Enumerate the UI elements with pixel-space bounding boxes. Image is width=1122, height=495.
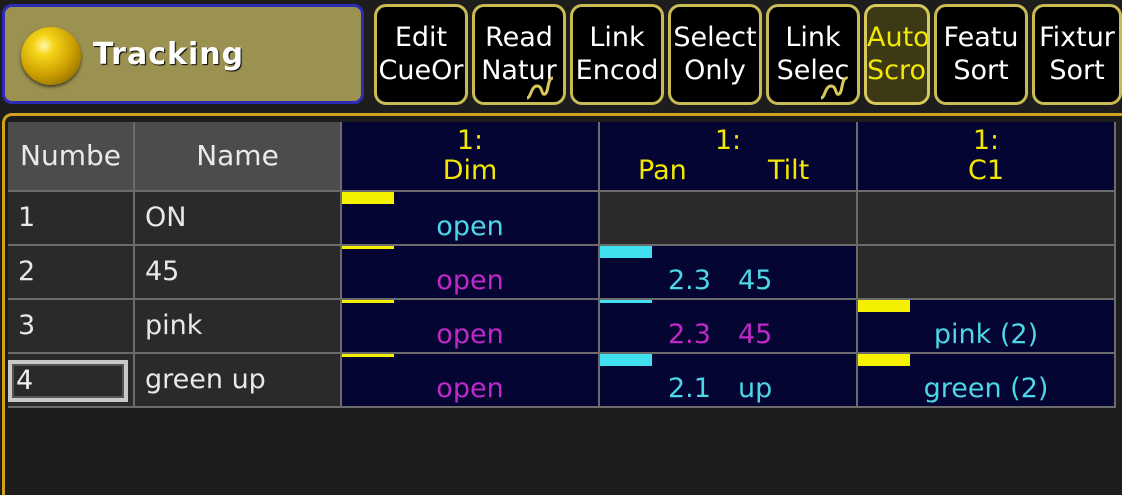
button-label-line1: Auto [867, 22, 930, 53]
curl-encoder-icon [526, 76, 554, 100]
tilt-value: up [738, 373, 773, 404]
ball-icon [21, 27, 81, 85]
value-bar [600, 354, 652, 366]
value-bar [600, 246, 652, 258]
value-bar [342, 246, 394, 249]
value-bar [342, 192, 394, 204]
column-header-dim[interactable]: 1: Dim [342, 122, 600, 192]
column-header-c1[interactable]: 1: C1 [858, 122, 1116, 192]
dim-value: open [436, 265, 504, 296]
button-label-line1: Read [485, 22, 553, 53]
cue-number: 3 [18, 310, 36, 341]
c1-value-cell[interactable]: pink (2) [858, 300, 1116, 354]
dim-value: open [436, 319, 504, 350]
toolbar-button-2[interactable]: Read Natur [472, 4, 566, 105]
cue-name: pink [145, 310, 203, 341]
button-label-line2: Sort [953, 55, 1009, 86]
cue-number: 1 [18, 202, 36, 233]
c1-value: green (2) [923, 373, 1049, 404]
c1-value-cell[interactable] [858, 192, 1116, 246]
button-label-line2: Scrol [867, 55, 930, 86]
button-label-line2: Sort [1049, 55, 1105, 86]
button-label-line1: Fixtur [1039, 22, 1115, 53]
toolbar-button-3[interactable]: Link Encod [570, 4, 664, 105]
cue-name-cell[interactable]: 45 [135, 246, 342, 300]
tilt-value: 45 [738, 319, 773, 350]
button-label-line2: Only [684, 55, 746, 86]
attribute-label: C1 [967, 155, 1005, 186]
pan-value: 2.3 [668, 265, 711, 296]
column-header-pan-tilt[interactable]: 1: Pan Tilt [600, 122, 858, 192]
toolbar-button-7[interactable]: Featu Sort [934, 4, 1028, 105]
dim-value: open [436, 211, 504, 242]
toolbar-button-5[interactable]: Link Selec [766, 4, 860, 105]
pan-tilt-value-cell[interactable]: 2.1 up [600, 354, 858, 408]
dim-value-cell[interactable]: open [342, 246, 600, 300]
fixture-id: 1: [714, 125, 742, 156]
dim-value-cell[interactable]: open [342, 192, 600, 246]
attribute-label-pan: Pan [638, 155, 687, 186]
button-label-line2: CueOr [378, 55, 464, 86]
pan-tilt-value-cell[interactable]: 2.3 45 [600, 300, 858, 354]
column-header-label: Numbe [20, 139, 121, 172]
cue-name: ON [145, 202, 187, 233]
attribute-labels: Pan Tilt [600, 156, 856, 186]
fixture-id: 1: [972, 125, 1000, 156]
cue-number-cell[interactable]: 3 [8, 300, 135, 354]
column-header-label: Name [196, 139, 279, 172]
attribute-label: Dim [442, 155, 498, 186]
cue-name-cell[interactable]: green up [135, 354, 342, 408]
column-header-number[interactable]: Numbe [8, 122, 135, 192]
toolbar-button-4[interactable]: Select Only [668, 4, 762, 105]
cue-number-input[interactable]: 4 [8, 360, 128, 402]
cue-number-cell[interactable]: 2 [8, 246, 135, 300]
button-label-line1: Select [673, 22, 757, 53]
window-title: Tracking [93, 37, 245, 72]
tilt-value: 45 [738, 265, 773, 296]
pan-value: 2.3 [668, 319, 711, 350]
dim-value: open [436, 373, 504, 404]
c1-value: pink (2) [933, 319, 1039, 350]
cue-number-cell[interactable]: 1 [8, 192, 135, 246]
dim-value-cell[interactable]: open [342, 300, 600, 354]
value-bar [342, 300, 394, 303]
cue-number-cell[interactable]: 4 [8, 354, 135, 408]
cue-name-cell[interactable]: ON [135, 192, 342, 246]
toolbar-button-6[interactable]: Auto Scrol [864, 4, 930, 105]
value-bar [342, 354, 394, 357]
cue-name-cell[interactable]: pink [135, 300, 342, 354]
attribute-label-tilt: Tilt [768, 155, 810, 186]
pan-tilt-value-cell[interactable]: 2.3 45 [600, 246, 858, 300]
c1-value-cell[interactable]: green (2) [858, 354, 1116, 408]
column-header-name[interactable]: Name [135, 122, 342, 192]
window-title-bar[interactable]: Tracking [2, 4, 364, 104]
toolbar-button-8[interactable]: Fixtur Sort [1032, 4, 1122, 105]
dim-value-cell[interactable]: open [342, 354, 600, 408]
pan-tilt-value-cell[interactable] [600, 192, 858, 246]
cue-name: 45 [145, 256, 180, 287]
value-bar [600, 300, 652, 303]
fixture-id: 1: [456, 125, 484, 156]
toolbar-button-1[interactable]: Edit CueOr [374, 4, 468, 105]
button-label-line1: Link [589, 22, 645, 53]
button-label-line1: Link [785, 22, 841, 53]
button-label-line2: Encod [575, 55, 659, 86]
value-bar [858, 354, 910, 366]
c1-value-cell[interactable] [858, 246, 1116, 300]
value-bar [858, 300, 910, 312]
pan-value: 2.1 [668, 373, 711, 404]
button-label-line1: Featu [943, 22, 1019, 53]
cue-number: 2 [18, 256, 36, 287]
button-label-line1: Edit [394, 22, 448, 53]
cue-name: green up [145, 364, 266, 395]
curl-encoder-icon [820, 76, 848, 100]
